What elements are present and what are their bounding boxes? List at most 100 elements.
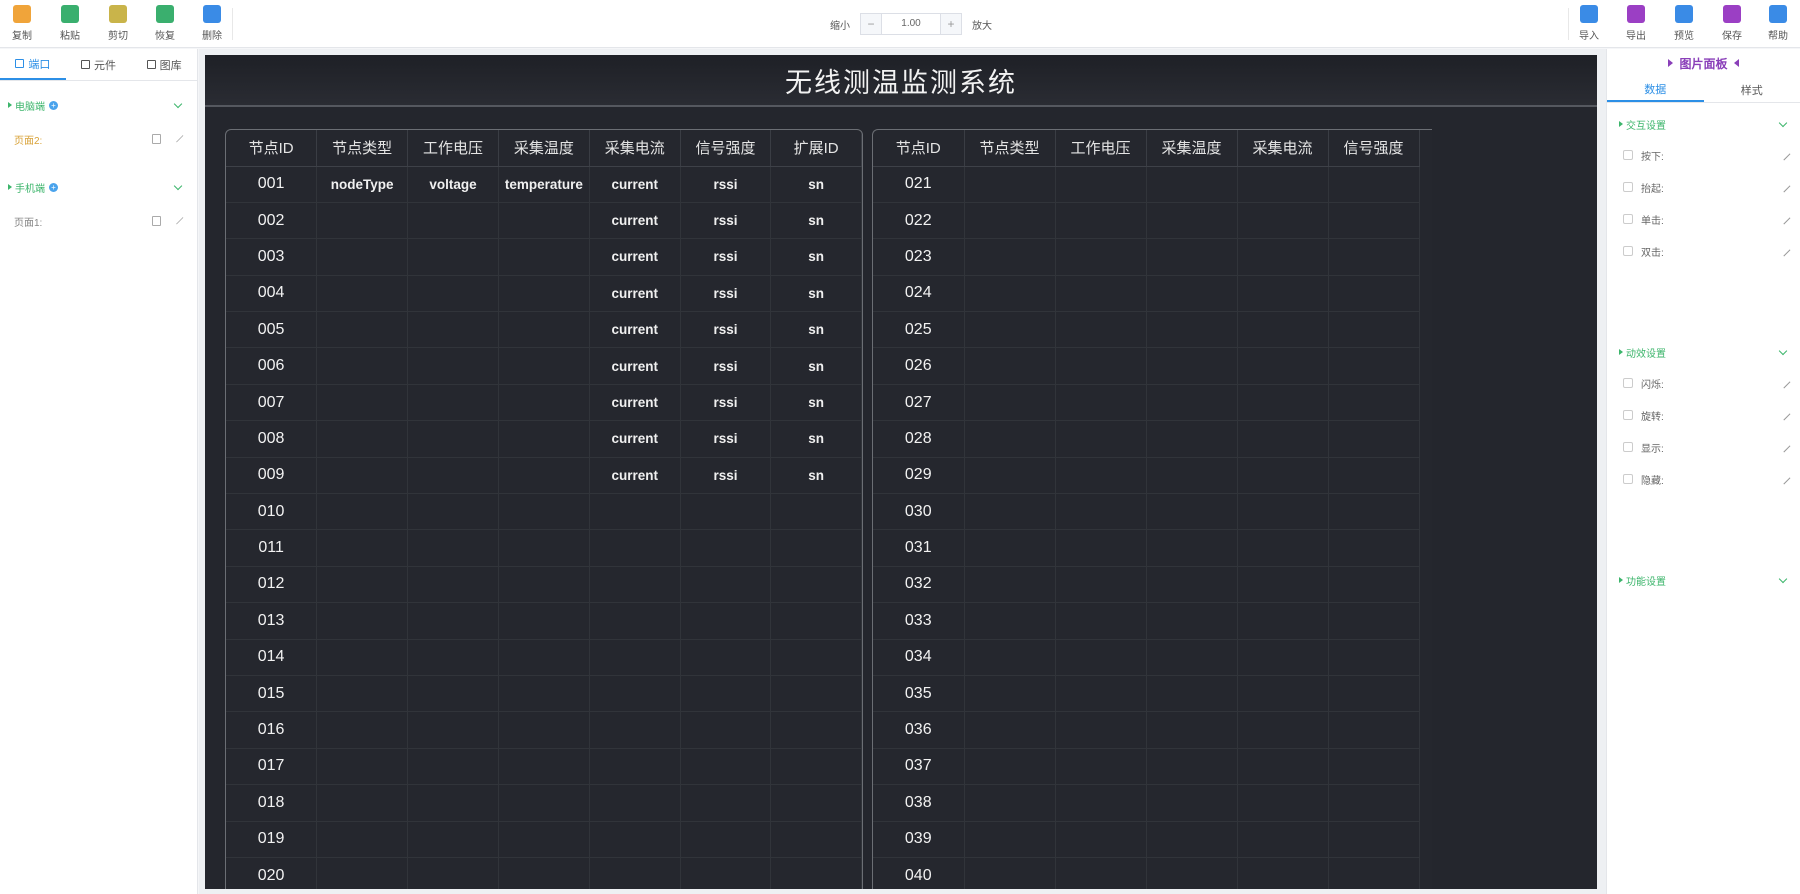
table-row[interactable]: 027 <box>873 384 1420 422</box>
settings-section-2[interactable]: 功能设置 <box>1607 565 1800 595</box>
table-row[interactable]: 040 <box>873 857 1420 889</box>
page-item[interactable]: 页面1: <box>0 205 197 237</box>
option-checkbox[interactable] <box>1623 246 1633 256</box>
table-row[interactable]: 016 <box>226 711 862 749</box>
table-row[interactable]: 026 <box>873 347 1420 385</box>
chevron-down-icon[interactable] <box>1778 574 1788 584</box>
trash-icon[interactable] <box>152 134 161 144</box>
copy-button[interactable]: 复制 <box>0 5 44 43</box>
table-row[interactable]: 009 current rssi sn <box>226 457 862 495</box>
table-row[interactable]: 025 <box>873 311 1420 349</box>
table-row[interactable]: 015 <box>226 675 862 713</box>
table-row[interactable]: 028 <box>873 420 1420 458</box>
table-row[interactable]: 005 current rssi sn <box>226 311 862 349</box>
table-row[interactable]: 002 current rssi sn <box>226 202 862 240</box>
cut-button[interactable]: 剪切 <box>96 5 140 43</box>
table-row[interactable]: 020 <box>226 857 862 889</box>
edit-icon[interactable] <box>1780 150 1791 161</box>
left-table-panel[interactable]: 节点ID 节点类型 工作电压 采集温度 采集电流 信号强度 扩展ID 001 nodeType v… <box>225 129 863 889</box>
chevron-down-icon[interactable] <box>1778 118 1788 128</box>
option-checkbox[interactable] <box>1623 182 1633 192</box>
setting-option[interactable]: 抬起: <box>1607 171 1800 203</box>
option-checkbox[interactable] <box>1623 150 1633 160</box>
edit-icon[interactable] <box>172 131 184 143</box>
chevron-down-icon[interactable] <box>1778 346 1788 356</box>
setting-option[interactable]: 单击: <box>1607 203 1800 235</box>
setting-option[interactable]: 双击: <box>1607 235 1800 267</box>
right-table-panel[interactable]: 节点ID 节点类型 工作电压 采集温度 采集电流 信号强度 021 022 023 024 025 0… <box>872 129 1432 889</box>
table-row[interactable]: 030 <box>873 493 1420 531</box>
table-row[interactable]: 036 <box>873 711 1420 749</box>
table-row[interactable]: 018 <box>226 784 862 822</box>
tab-0[interactable]: 端口 <box>0 49 66 80</box>
trash-icon[interactable] <box>152 216 161 226</box>
table-row[interactable]: 031 <box>873 529 1420 567</box>
design-screen[interactable]: 无线测温监测系统 节点ID 节点类型 工作电压 采集温度 采集电流 信号强度 扩展ID 001… <box>205 55 1597 889</box>
import-button[interactable]: 导入 <box>1567 5 1611 43</box>
table-row[interactable]: 034 <box>873 639 1420 676</box>
edit-icon[interactable] <box>1780 442 1791 453</box>
table-row[interactable]: 024 <box>873 275 1420 313</box>
setting-option[interactable]: 闪烁: <box>1607 367 1800 399</box>
table-row[interactable]: 023 <box>873 238 1420 276</box>
tab-2[interactable]: 图库 <box>131 49 197 80</box>
setting-option[interactable]: 显示: <box>1607 431 1800 463</box>
table-row[interactable]: 039 <box>873 821 1420 858</box>
undo-button[interactable]: 恢复 <box>143 5 187 43</box>
settings-section-0[interactable]: 交互设置 <box>1607 109 1800 139</box>
table-row[interactable]: 033 <box>873 602 1420 640</box>
table-row[interactable]: 008 current rssi sn <box>226 420 862 458</box>
chevron-down-icon[interactable] <box>173 181 183 191</box>
table-row[interactable]: 021 <box>873 166 1420 203</box>
table-row[interactable]: 022 <box>873 202 1420 240</box>
table-row[interactable]: 011 <box>226 529 862 567</box>
table-row[interactable]: 017 <box>226 748 862 786</box>
table-row[interactable]: 006 current rssi sn <box>226 347 862 385</box>
table-row[interactable]: 003 current rssi sn <box>226 238 862 276</box>
page-item[interactable]: 页面2: <box>0 123 197 155</box>
table-row[interactable]: 032 <box>873 566 1420 604</box>
add-page-icon[interactable]: + <box>49 100 58 110</box>
table-row[interactable]: 010 <box>226 493 862 531</box>
table-row[interactable]: 037 <box>873 748 1420 786</box>
table-row[interactable]: 013 <box>226 602 862 640</box>
panel-tab-0[interactable]: 数据 <box>1607 77 1704 102</box>
save-button[interactable]: 保存 <box>1710 5 1754 43</box>
sidebar-group-1[interactable]: 手机端 + <box>0 173 197 201</box>
option-checkbox[interactable] <box>1623 214 1633 224</box>
option-checkbox[interactable] <box>1623 410 1633 420</box>
zoom-out-button[interactable]: − <box>860 13 882 35</box>
settings-section-1[interactable]: 动效设置 <box>1607 337 1800 367</box>
edit-icon[interactable] <box>172 213 184 225</box>
edit-icon[interactable] <box>1780 214 1791 225</box>
edit-icon[interactable] <box>1780 474 1791 485</box>
setting-option[interactable]: 旋转: <box>1607 399 1800 431</box>
setting-option[interactable]: 隐藏: <box>1607 463 1800 495</box>
export-button[interactable]: 导出 <box>1614 5 1658 43</box>
table-row[interactable]: 019 <box>226 821 862 858</box>
setting-option[interactable]: 按下: <box>1607 139 1800 171</box>
option-checkbox[interactable] <box>1623 378 1633 388</box>
preview-button[interactable]: 预览 <box>1662 5 1706 43</box>
zoom-in-button[interactable]: + <box>940 13 962 35</box>
edit-icon[interactable] <box>1780 246 1791 257</box>
table-row[interactable]: 035 <box>873 675 1420 713</box>
option-checkbox[interactable] <box>1623 442 1633 452</box>
help-button[interactable]: 帮助 <box>1756 5 1800 43</box>
table-row[interactable]: 001 nodeType voltage temperature current rssi… <box>226 166 862 203</box>
table-row[interactable]: 004 current rssi sn <box>226 275 862 313</box>
delete-button[interactable]: 删除 <box>190 5 234 43</box>
edit-icon[interactable] <box>1780 182 1791 193</box>
tab-1[interactable]: 元件 <box>66 49 132 80</box>
zoom-value-input[interactable]: 1.00 <box>882 13 940 35</box>
sidebar-group-0[interactable]: 电脑端 + <box>0 91 197 119</box>
table-row[interactable]: 038 <box>873 784 1420 822</box>
paste-button[interactable]: 粘贴 <box>48 5 92 43</box>
panel-tab-1[interactable]: 样式 <box>1704 77 1800 102</box>
table-row[interactable]: 007 current rssi sn <box>226 384 862 422</box>
edit-icon[interactable] <box>1780 410 1791 421</box>
add-page-icon[interactable]: + <box>49 182 58 192</box>
chevron-down-icon[interactable] <box>173 99 183 109</box>
edit-icon[interactable] <box>1780 378 1791 389</box>
table-row[interactable]: 012 <box>226 566 862 604</box>
